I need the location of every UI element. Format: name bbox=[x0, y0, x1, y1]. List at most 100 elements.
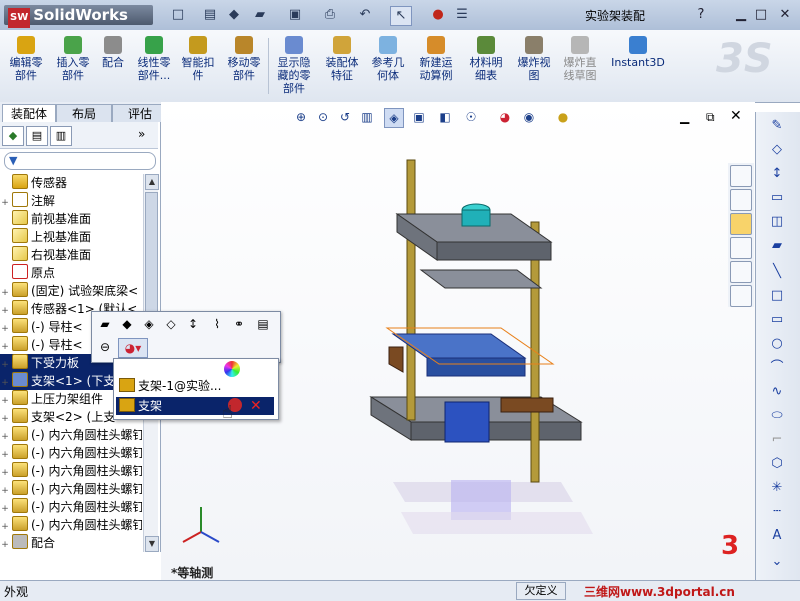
appearance-dropdown-icon[interactable]: ◕▾ bbox=[118, 338, 148, 358]
hide-components-icon[interactable]: ◇ bbox=[162, 315, 180, 333]
scroll-up-icon[interactable]: ▲ bbox=[145, 174, 159, 190]
undo-icon[interactable]: ↶ bbox=[355, 6, 375, 24]
zoom-to-area-icon[interactable]: ⊙ bbox=[314, 108, 332, 126]
smart-dimension-icon[interactable]: ◇ bbox=[766, 140, 788, 160]
zoom-to-selection-icon[interactable]: ⊖ bbox=[96, 338, 114, 356]
open-icon[interactable]: ▰ bbox=[250, 6, 270, 24]
tree-item-screw-2[interactable]: + (-) 内六角圆柱头螺钉 bbox=[0, 444, 142, 462]
remove-appearance-icon[interactable]: ✕ bbox=[250, 397, 262, 415]
smart-fasteners-button[interactable]: 智能扣 件 bbox=[178, 34, 218, 100]
view-orientation-icon[interactable]: ◈ bbox=[384, 108, 404, 128]
spline-icon[interactable]: ∿ bbox=[766, 382, 788, 402]
apply-scene-icon[interactable]: ◉ bbox=[520, 108, 538, 126]
file-explorer-icon[interactable] bbox=[730, 213, 752, 235]
pan-icon[interactable]: ↕ bbox=[766, 164, 788, 184]
sw-resources-icon[interactable] bbox=[730, 165, 752, 187]
edit-appearance-icon[interactable]: ◕ bbox=[496, 108, 514, 126]
mate-context-icon[interactable]: ⌇ bbox=[208, 315, 226, 333]
tab-evaluate[interactable]: 评估 bbox=[112, 104, 168, 123]
component-properties-icon[interactable]: ▤ bbox=[254, 315, 272, 333]
custom-properties-icon[interactable] bbox=[730, 285, 752, 307]
tree-item-right-plane[interactable]: 右视基准面 bbox=[0, 246, 142, 264]
line-icon[interactable]: ╲ bbox=[766, 262, 788, 282]
close-icon[interactable]: ✕ bbox=[776, 6, 794, 24]
previous-view-icon[interactable]: ↺ bbox=[336, 108, 354, 126]
doc-close-icon[interactable]: ✕ bbox=[730, 108, 742, 124]
centerline-icon[interactable]: ┄ bbox=[766, 502, 788, 522]
rebuild-icon[interactable]: ◆ bbox=[224, 6, 244, 24]
slot-icon[interactable]: ▭ bbox=[766, 310, 788, 330]
hide-show-items-icon[interactable]: ☉ bbox=[462, 108, 480, 126]
cube-view-icon[interactable]: ◫ bbox=[766, 212, 788, 232]
new-icon[interactable]: □ bbox=[168, 6, 188, 24]
tree-item-annotations[interactable]: + 注解 bbox=[0, 192, 142, 210]
appearance-menu-item-part[interactable]: 支架 ✕ bbox=[116, 397, 274, 415]
property-manager-tab-icon[interactable]: ▤ bbox=[26, 126, 48, 146]
tree-item-sensors[interactable]: 传感器 bbox=[0, 174, 142, 192]
maximize-icon[interactable]: □ bbox=[752, 6, 770, 24]
help-icon[interactable]: ? bbox=[692, 6, 710, 24]
tree-item-screw-3[interactable]: + (-) 内六角圆柱头螺钉 bbox=[0, 462, 142, 480]
arc-icon[interactable]: ⌒ bbox=[766, 358, 788, 378]
tree-item-screw-6[interactable]: + (-) 内六角圆柱头螺钉 bbox=[0, 516, 142, 534]
tree-item-front-plane[interactable]: 前视基准面 bbox=[0, 210, 142, 228]
design-library-icon[interactable] bbox=[730, 189, 752, 211]
sketch-icon[interactable]: ✎ bbox=[766, 116, 788, 136]
tree-item-screw-4[interactable]: + (-) 内六角圆柱头螺钉 bbox=[0, 480, 142, 498]
doc-minimize-icon[interactable]: ▁ bbox=[680, 110, 689, 124]
reference-geometry-button[interactable]: 参考几 何体 bbox=[366, 34, 410, 100]
tree-item-mates[interactable]: + 配合 bbox=[0, 534, 142, 552]
more-tools-icon[interactable]: ⌄ bbox=[766, 552, 788, 572]
tree-item-screw-1[interactable]: + (-) 内六角圆柱头螺钉 bbox=[0, 426, 142, 444]
edit-part-icon[interactable]: ◆ bbox=[118, 315, 136, 333]
expand-panel-icon[interactable]: » bbox=[138, 127, 145, 141]
doc-restore-icon[interactable]: ⧉ bbox=[706, 110, 715, 125]
new-motion-study-button[interactable]: 新建运 动算例 bbox=[414, 34, 458, 100]
appearance-menu-item-instance[interactable]: 支架-1@实验... bbox=[116, 377, 274, 395]
tree-item-origin[interactable]: 原点 bbox=[0, 264, 142, 282]
camera-icon[interactable]: ▰ bbox=[766, 236, 788, 256]
section-view-icon[interactable]: ▥ bbox=[358, 108, 376, 126]
linear-pattern-button[interactable]: 线性零 部件... bbox=[132, 34, 176, 100]
hide-show-icon[interactable]: ◧ bbox=[436, 108, 454, 126]
traffic-light-icon[interactable]: ● bbox=[428, 6, 448, 24]
text-icon[interactable]: A bbox=[766, 526, 788, 546]
zoom-to-fit-icon[interactable]: ⊕ bbox=[292, 108, 310, 126]
scroll-thumb[interactable] bbox=[145, 192, 158, 314]
feature-icon[interactable]: ▭ bbox=[766, 188, 788, 208]
open-part-icon[interactable]: ▰ bbox=[96, 315, 114, 333]
solidworks-logo[interactable]: SW SolidWorks bbox=[4, 5, 153, 28]
edit-component-button[interactable]: 编辑零 部件 bbox=[4, 34, 48, 100]
save-icon[interactable]: ▣ bbox=[285, 6, 305, 24]
select-icon[interactable]: ↖ bbox=[390, 6, 412, 26]
ellipse-icon[interactable]: ⬭ bbox=[766, 406, 788, 426]
smart-mate-icon[interactable]: ⚭ bbox=[230, 315, 248, 333]
tab-assembly[interactable]: 装配体 bbox=[2, 104, 56, 123]
display-style-icon[interactable]: ▣ bbox=[410, 108, 428, 126]
properties-icon[interactable]: ▤ bbox=[200, 6, 220, 24]
circle-icon[interactable]: ○ bbox=[766, 334, 788, 354]
scroll-down-icon[interactable]: ▼ bbox=[145, 536, 159, 552]
move-component-button[interactable]: 移动零 部件 bbox=[222, 34, 266, 100]
mate-button[interactable]: 配合 bbox=[96, 34, 130, 100]
view-palette-icon[interactable] bbox=[730, 237, 752, 259]
exploded-view-button[interactable]: 爆炸视 图 bbox=[512, 34, 556, 100]
polygon-icon[interactable]: ⬡ bbox=[766, 454, 788, 474]
tree-item-base-beam[interactable]: + (固定) 试验架底梁< bbox=[0, 282, 142, 300]
configuration-manager-tab-icon[interactable]: ▥ bbox=[50, 126, 72, 146]
view-settings-icon[interactable]: ● bbox=[554, 108, 572, 126]
tree-filter[interactable]: ▼ bbox=[4, 152, 156, 170]
assembly-features-button[interactable]: 装配体 特征 bbox=[320, 34, 364, 100]
options-icon[interactable]: ☰ bbox=[452, 6, 472, 24]
minimize-icon[interactable]: ▁ bbox=[732, 6, 750, 24]
point-icon[interactable]: ✳ bbox=[766, 478, 788, 498]
appearances-icon[interactable] bbox=[730, 261, 752, 283]
bill-of-materials-button[interactable]: 材料明 细表 bbox=[464, 34, 508, 100]
tree-item-screw-5[interactable]: + (-) 内六角圆柱头螺钉 bbox=[0, 498, 142, 516]
feature-tree-tab-icon[interactable]: ◆ bbox=[2, 126, 24, 146]
tab-layout[interactable]: 布局 bbox=[56, 104, 112, 123]
rebuild-component-icon[interactable]: ↕ bbox=[184, 315, 202, 333]
tree-item-top-plane[interactable]: 上视基准面 bbox=[0, 228, 142, 246]
print-icon[interactable]: ⎙ bbox=[320, 6, 340, 24]
rectangle-icon[interactable]: □ bbox=[766, 286, 788, 306]
